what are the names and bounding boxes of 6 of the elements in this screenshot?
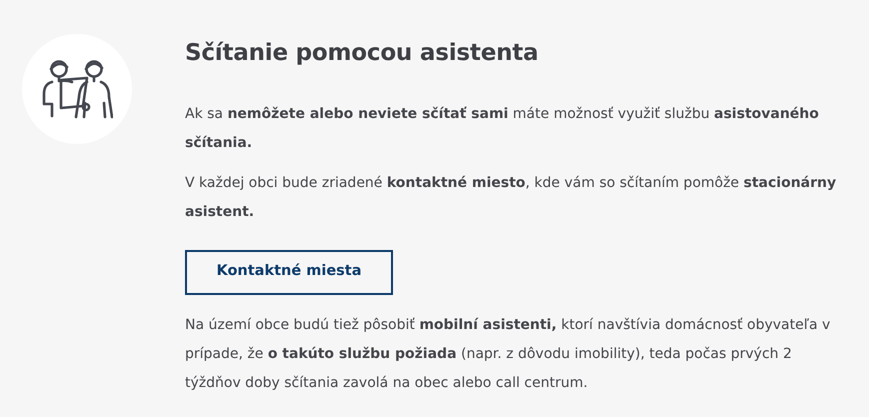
two-people-icon <box>41 58 113 120</box>
paragraph: V každej obci bude zriadené kontaktné miesto, kde vám so sčítaním pomôže stacionárny asistent. <box>185 174 838 222</box>
contact-points-button[interactable]: Kontaktné miesta <box>185 250 393 295</box>
paragraph: Ak sa nemôžete alebo neviete sčítať sami máte možnosť využiť službu asistovaného sčítania. <box>185 104 820 153</box>
paragraph: Na území obce budú tiež pôsobiť mobilní asistenti, ktorí navštívia domácnosť obyvateľa v prípade, že o takúto službu požiada (napr. z dôvodu imobility), teda počas prvých 2 týždňov doby sčítania zavolá na obec alebo call centrum. <box>185 316 832 393</box>
section-title: Sčítanie pomocou asistenta <box>185 40 540 68</box>
